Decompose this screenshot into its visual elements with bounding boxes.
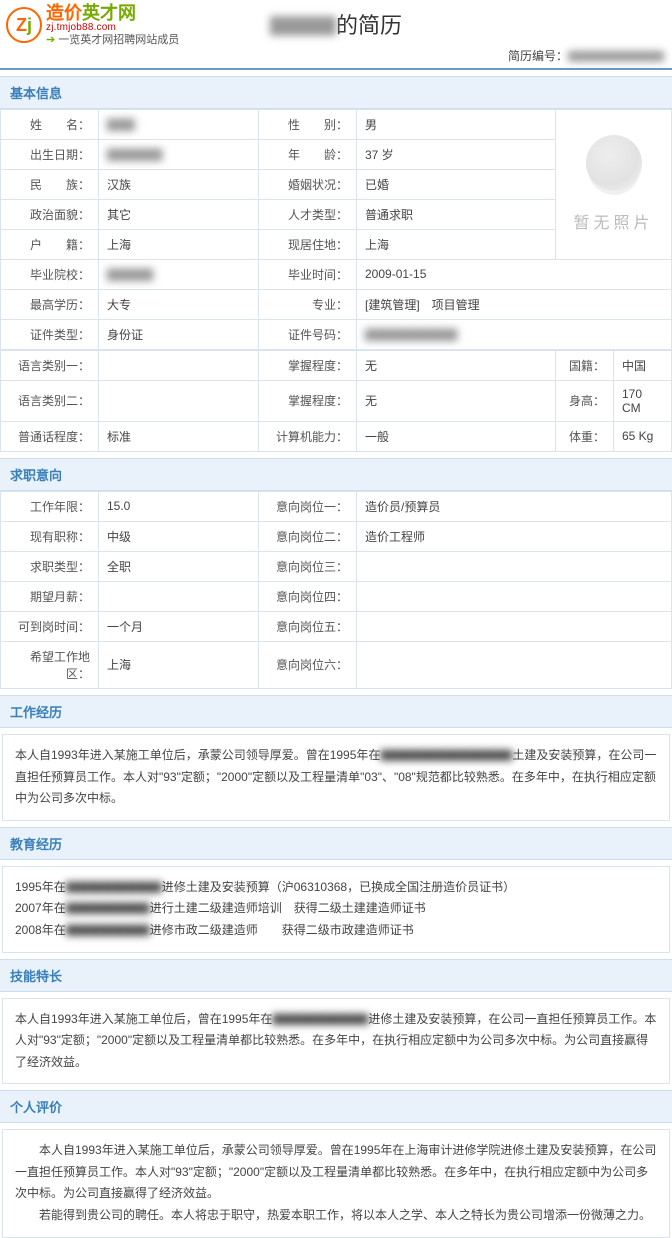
nation-value: 汉族 (99, 169, 259, 199)
pos2-value: 造价工程师 (357, 521, 672, 551)
pos3-value (357, 551, 672, 581)
type-value: 全职 (99, 551, 259, 581)
birth-value: ▇▇▇▇▇▇ (107, 147, 162, 161)
idno-value: ▇▇▇▇▇▇▇▇▇▇ (365, 327, 457, 341)
pos6-value (357, 641, 672, 688)
major-value: [建筑管理] 项目管理 (357, 289, 672, 319)
logo-url: zj.tmjob88.com (46, 23, 179, 34)
section-work: 工作经历 (0, 695, 672, 728)
section-skill: 技能特长 (0, 959, 672, 992)
lang2lv-value: 无 (357, 380, 556, 421)
title-label: 现有职称： (1, 521, 99, 551)
lang1lv-value: 无 (357, 350, 556, 380)
polit-label: 政治面貌： (1, 199, 99, 229)
gender-label: 性 别： (259, 109, 357, 139)
section-self: 个人评价 (0, 1090, 672, 1123)
logo-badge: Zj (6, 7, 42, 43)
pth-value: 标准 (99, 421, 259, 451)
nation-label: 民 族： (1, 169, 99, 199)
marital-label: 婚姻状况： (259, 169, 357, 199)
weight-label: 体重： (556, 421, 614, 451)
pos4-label: 意向岗位四： (259, 581, 357, 611)
avail-value: 一个月 (99, 611, 259, 641)
intent-table: 工作年限：15.0意向岗位一：造价员/预算员 现有职称：中级意向岗位二：造价工程… (0, 491, 672, 689)
height-label: 身高： (556, 380, 614, 421)
huji-label: 户 籍： (1, 229, 99, 259)
comp-label: 计算机能力： (259, 421, 357, 451)
logo-cn-left: 造价 (46, 3, 82, 23)
basic-info-table: 姓 名： ▇▇▇ 性 别：男暂无照片 出生日期： ▇▇▇▇▇▇ 年 龄：37 岁 民 族… (0, 109, 672, 350)
section-edu: 教育经历 (0, 827, 672, 860)
pth-label: 普通话程度： (1, 421, 99, 451)
gender-value: 男 (357, 109, 556, 139)
idtype-label: 证件类型： (1, 319, 99, 349)
resid-label: 现居住地： (259, 229, 357, 259)
pos1-label: 意向岗位一： (259, 491, 357, 521)
site-logo: Zj 造价英才网 zj.tmjob88.com ➔ 一览英才网招聘网站成员 (6, 4, 179, 47)
school-value: ▇▇▇▇▇ (107, 267, 153, 281)
photo-cell: 暂无照片 (556, 109, 672, 259)
resume-id-row: 简历编号：▇▇▇▇▇▇▇▇ (0, 47, 672, 70)
resid-value: 上海 (357, 229, 556, 259)
idtype-value: 身份证 (99, 319, 259, 349)
area-value: 上海 (99, 641, 259, 688)
name-value: ▇▇▇ (107, 117, 135, 131)
section-basic: 基本信息 (0, 76, 672, 109)
polit-value: 其它 (99, 199, 259, 229)
page-header: Zj 造价英才网 zj.tmjob88.com ➔ 一览英才网招聘网站成员 ▇▇… (0, 0, 672, 47)
pos6-label: 意向岗位六： (259, 641, 357, 688)
pos3-label: 意向岗位三： (259, 551, 357, 581)
age-label: 年 龄： (259, 139, 357, 169)
title-value: 中级 (99, 521, 259, 551)
talent-label: 人才类型： (259, 199, 357, 229)
skill-content: 本人自1993年进入某施工单位后，曾在1995年在▇▇▇▇▇▇▇▇进修土建及安装… (2, 998, 670, 1085)
lang1-value (99, 350, 259, 380)
pos4-value (357, 581, 672, 611)
logo-subtitle: 一览英才网招聘网站成员 (58, 34, 179, 46)
avatar-placeholder-icon (586, 135, 642, 191)
section-intent: 求职意向 (0, 458, 672, 491)
nationality-label: 国籍： (556, 350, 614, 380)
lang2-label: 语言类别二： (1, 380, 99, 421)
gradtime-label: 毕业时间： (259, 259, 357, 289)
huji-value: 上海 (99, 229, 259, 259)
years-value: 15.0 (99, 491, 259, 521)
comp-value: 一般 (357, 421, 556, 451)
self-content: 本人自1993年进入某施工单位后，承蒙公司领导厚爱。曾在1995年在上海审计进修… (2, 1129, 670, 1237)
major-label: 专业： (259, 289, 357, 319)
gradtime-value: 2009-01-15 (357, 259, 672, 289)
age-value: 37 岁 (357, 139, 556, 169)
birth-label: 出生日期： (1, 139, 99, 169)
edu-label: 最高学历： (1, 289, 99, 319)
talent-value: 普通求职 (357, 199, 556, 229)
pos5-label: 意向岗位五： (259, 611, 357, 641)
school-label: 毕业院校： (1, 259, 99, 289)
weight-value: 65 Kg (614, 421, 672, 451)
pos5-value (357, 611, 672, 641)
area-label: 希望工作地区： (1, 641, 99, 688)
lang2-value (99, 380, 259, 421)
height-value: 170 CM (614, 380, 672, 421)
lang1lv-label: 掌握程度： (259, 350, 357, 380)
name-label: 姓 名： (1, 109, 99, 139)
idno-label: 证件号码： (259, 319, 357, 349)
type-label: 求职类型： (1, 551, 99, 581)
lang2lv-label: 掌握程度： (259, 380, 357, 421)
nationality-value: 中国 (614, 350, 672, 380)
marital-value: 已婚 (357, 169, 556, 199)
edu-value: 大专 (99, 289, 259, 319)
basic-info-table-2: 语言类别一：掌握程度：无国籍：中国 语言类别二：掌握程度：无身高：170 CM … (0, 350, 672, 452)
edu-content: 1995年在▇▇▇▇▇▇▇▇进修土建及安装预算（沪06310368，已换成全国注… (2, 866, 670, 953)
lang1-label: 语言类别一： (1, 350, 99, 380)
pos2-label: 意向岗位二： (259, 521, 357, 551)
page-title: ▇▇▇的简历 (270, 8, 402, 40)
salary-value (99, 581, 259, 611)
pos1-value: 造价员/预算员 (357, 491, 672, 521)
years-label: 工作年限： (1, 491, 99, 521)
work-content: 本人自1993年进入某施工单位后，承蒙公司领导厚爱。曾在1995年在▇▇▇▇▇▇… (2, 734, 670, 821)
logo-cn-right: 英才网 (82, 3, 136, 23)
photo-placeholder-text: 暂无照片 (573, 209, 653, 233)
avail-label: 可到岗时间： (1, 611, 99, 641)
salary-label: 期望月薪： (1, 581, 99, 611)
